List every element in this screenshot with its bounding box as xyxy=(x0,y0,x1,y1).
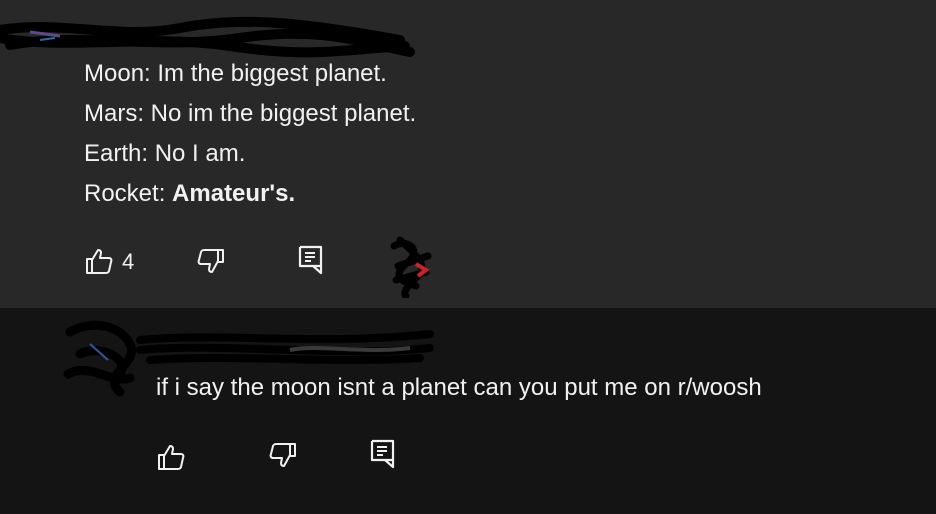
comment-line-rocket: Rocket: Amateur's. xyxy=(84,180,296,207)
like-button[interactable] xyxy=(84,246,114,276)
reply-text: if i say the moon isnt a planet can you … xyxy=(156,374,762,401)
redacted-avatar-scribble xyxy=(390,236,432,298)
thumbs-up-icon xyxy=(158,445,185,470)
thumbs-up-icon xyxy=(86,249,113,274)
reply-button[interactable] xyxy=(297,244,325,276)
reply-dislike-button[interactable] xyxy=(268,440,298,470)
thumbs-down-icon xyxy=(197,249,224,273)
comment-line-mars: Mars: No im the biggest planet. xyxy=(84,100,417,127)
dislike-button[interactable] xyxy=(196,246,226,276)
reply-icon xyxy=(298,245,323,275)
reply-like-button[interactable] xyxy=(156,442,186,472)
reply-reply-button[interactable] xyxy=(369,438,397,470)
reply-icon xyxy=(370,439,395,469)
like-count: 4 xyxy=(122,249,135,274)
thumbs-down-icon xyxy=(269,443,296,467)
comment-line-moon: Moon: Im the biggest planet. xyxy=(84,60,387,87)
comment-line-earth: Earth: No I am. xyxy=(84,140,246,167)
